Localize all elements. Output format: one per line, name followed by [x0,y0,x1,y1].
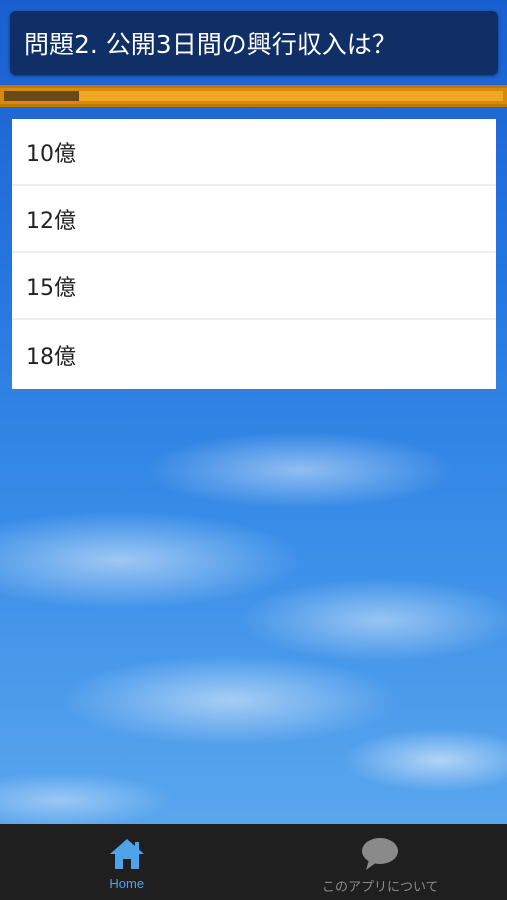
answer-option-3[interactable]: 15億 [12,253,496,320]
progress-track [4,91,503,101]
speech-bubble-icon [362,838,399,870]
answer-option-4[interactable]: 18億 [12,320,496,389]
answer-list: 10億 12億 15億 18億 [12,119,496,389]
answer-option-2[interactable]: 12億 [12,186,496,253]
question-header: 問題2. 公開3日間の興行収入は？ [10,11,498,75]
answer-option-1[interactable]: 10億 [12,119,496,186]
home-icon [109,839,144,869]
progress-bar [0,85,507,107]
progress-fill [4,91,79,101]
tab-about-app-label: このアプリについて [321,879,439,894]
tab-home[interactable]: Home [0,824,254,900]
bottom-navigation: Home このアプリについて [0,824,507,900]
tab-about-app[interactable]: このアプリについて [254,824,507,900]
question-title: 問題2. 公開3日間の興行収入は？ [24,30,397,59]
tab-home-label: Home [109,876,145,891]
